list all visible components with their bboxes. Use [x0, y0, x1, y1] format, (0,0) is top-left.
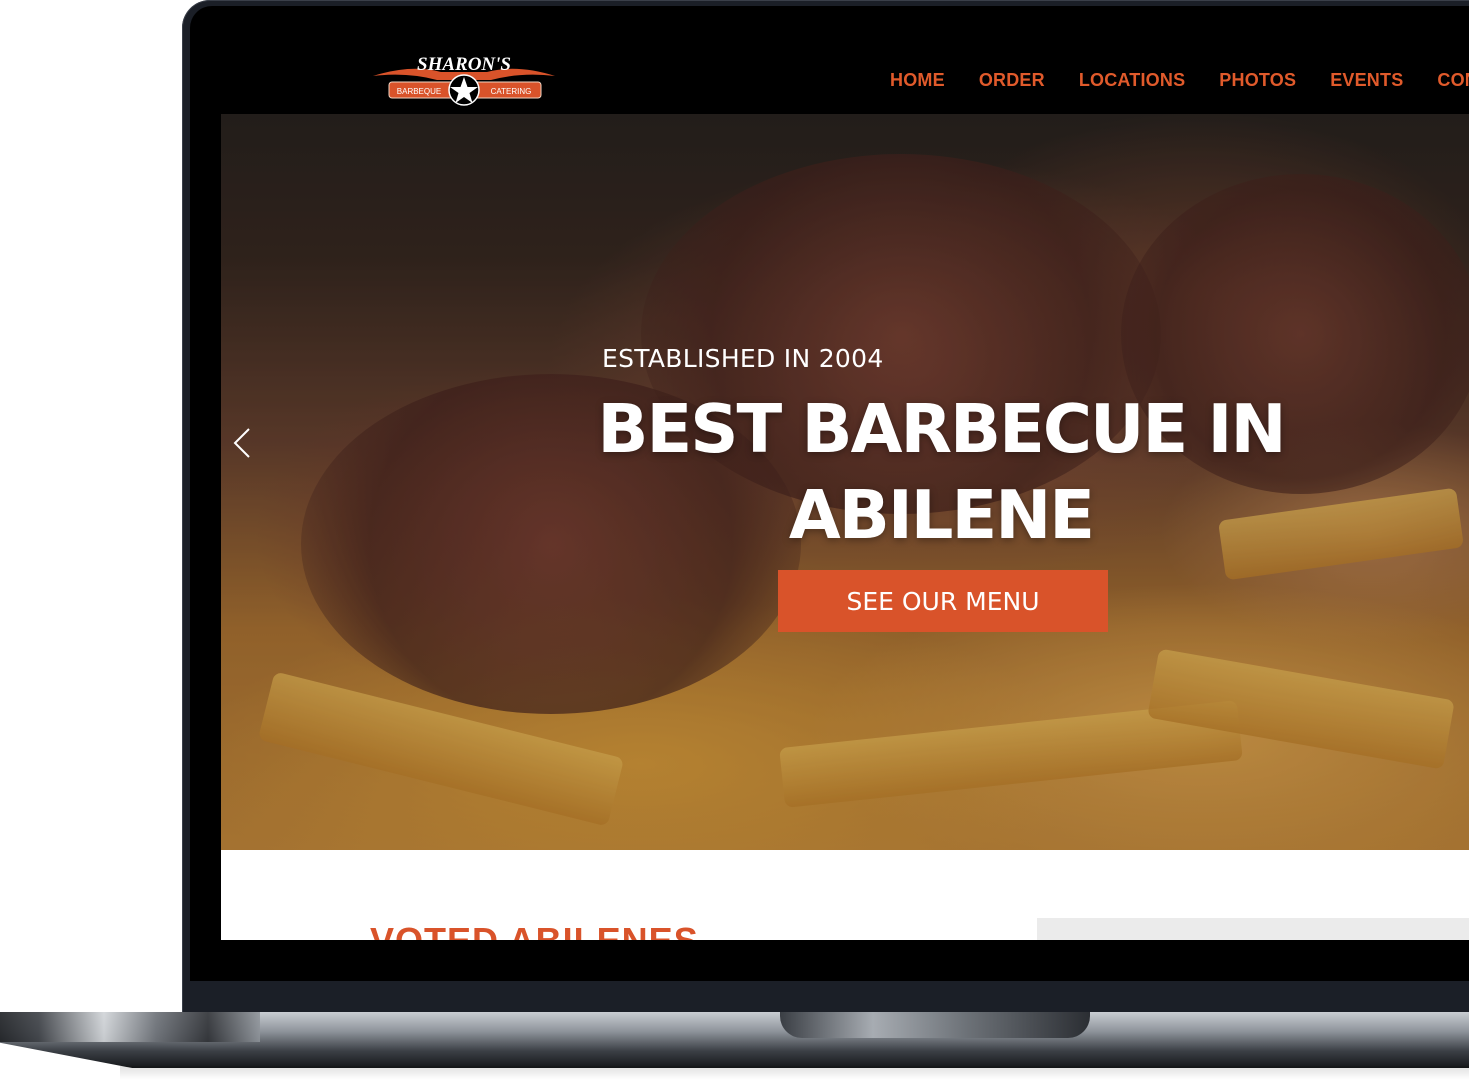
nav-events[interactable]: EVENTS — [1330, 70, 1403, 91]
hero-headline: BEST BARBECUE IN ABILENE — [591, 386, 1291, 558]
content-panel — [1037, 918, 1469, 940]
content-section: VOTED ABILENES — [221, 850, 1469, 940]
nav-home[interactable]: HOME — [890, 70, 945, 91]
hero-headline-line2: ABILENE — [788, 476, 1095, 554]
nav-contact[interactable]: CONTA — [1437, 70, 1469, 91]
laptop-notch — [780, 1012, 1090, 1038]
nav-locations[interactable]: LOCATIONS — [1079, 70, 1185, 91]
hero-eyebrow: ESTABLISHED IN 2004 — [602, 344, 884, 373]
main-nav: HOME ORDER LOCATIONS PHOTOS EVENTS CONTA — [890, 70, 1469, 91]
laptop-shadow — [120, 1066, 1469, 1080]
chevron-left-icon[interactable] — [231, 426, 253, 460]
section-heading: VOTED ABILENES — [370, 920, 699, 940]
nav-order[interactable]: ORDER — [979, 70, 1045, 91]
logo-right-text: CATERING — [491, 87, 532, 96]
logo-left-text: BARBEQUE — [397, 87, 441, 96]
nav-photos[interactable]: PHOTOS — [1219, 70, 1296, 91]
laptop-screen: SHARON'S BARBEQUE CATERING HOME ORDER LO… — [221, 30, 1469, 940]
site-header: SHARON'S BARBEQUE CATERING HOME ORDER LO… — [221, 30, 1469, 114]
sharons-logo[interactable]: SHARON'S BARBEQUE CATERING — [371, 50, 557, 114]
hero-slider: ESTABLISHED IN 2004 BEST BARBECUE IN ABI… — [221, 114, 1469, 850]
hero-headline-line1: BEST BARBECUE IN — [597, 390, 1286, 468]
see-our-menu-button[interactable]: SEE OUR MENU — [778, 570, 1108, 632]
logo-wordmark: SHARON'S — [417, 54, 511, 75]
laptop-base-highlight — [0, 1012, 260, 1042]
